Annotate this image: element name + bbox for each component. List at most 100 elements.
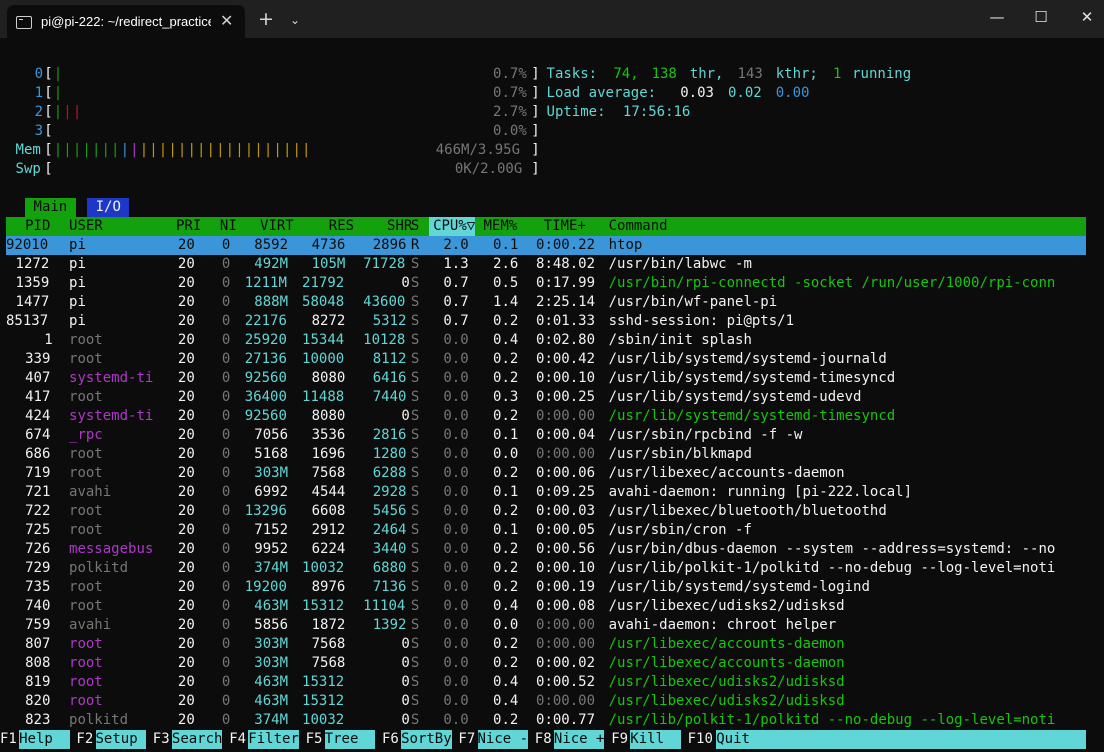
fkey-f6[interactable]: F6 bbox=[382, 730, 399, 749]
process-shr: 3440 bbox=[372, 541, 407, 557]
process-mem: 0.1 bbox=[493, 522, 519, 538]
maximize-button[interactable]: ☐ bbox=[1031, 8, 1051, 26]
process-row[interactable]: 674 _rpc 20 0 7056 3536 2816 S 0.0 0.1 0:00.04/usr… bbox=[0, 426, 1104, 445]
process-priority: 20 bbox=[177, 332, 195, 348]
column-shr: SHR bbox=[387, 218, 413, 234]
process-row[interactable]: 92010 pi 20 0 8592 4736 2896 R 2.0 0.1 0:00.22 htop bbox=[0, 236, 1104, 255]
process-pid: 725 bbox=[25, 522, 51, 538]
process-time: 0:00.02 bbox=[536, 655, 596, 671]
process-time: 2:25.14 bbox=[536, 294, 596, 310]
process-row[interactable]: 1 root 20 0 25920 15344 10128 S 0.0 0.4 0:02.80/sb… bbox=[0, 331, 1104, 350]
process-res: 7568 bbox=[311, 655, 346, 671]
process-shr: 10128 bbox=[363, 332, 406, 348]
fkey-f9[interactable]: F9 bbox=[611, 730, 628, 749]
process-row[interactable]: 686 root 20 0 5168 1696 1280 S 0.0 0.0 0:00.00/usr… bbox=[0, 445, 1104, 464]
fkey-f7-label[interactable]: Nice - bbox=[477, 730, 529, 749]
tasks-summary: Tasks: 74, 138 thr, 143 kthr; 1 running bbox=[0, 65, 1104, 84]
process-row[interactable]: 808 root 20 0 303M 7568 0 S 0.0 0.2 0:00.02/usr/li… bbox=[0, 654, 1104, 673]
process-row[interactable]: 807 root 20 0 303M 7568 0 S 0.0 0.2 0:00.00/usr/li… bbox=[0, 635, 1104, 654]
process-row[interactable]: 721 avahi 20 0 6992 4544 2928 S 0.0 0.1 0:09.25 ava… bbox=[0, 483, 1104, 502]
fkey-f3-label[interactable]: Search bbox=[171, 730, 223, 749]
process-row[interactable]: 729 polkitd 20 0 374M 10032 6880 S 0.0 0.2 0:00.10… bbox=[0, 559, 1104, 578]
fkey-f5-label[interactable]: Tree bbox=[324, 730, 376, 749]
fkey-f8[interactable]: F8 bbox=[535, 730, 552, 749]
process-mem: 0.1 bbox=[493, 484, 519, 500]
process-virt: 9952 bbox=[254, 541, 289, 557]
mem-meter-bar: | bbox=[273, 142, 282, 158]
process-shr: 5312 bbox=[372, 313, 407, 329]
fkey-f5[interactable]: F5 bbox=[306, 730, 323, 749]
fkey-f8-label[interactable]: Nice + bbox=[553, 730, 605, 749]
process-row[interactable]: 407 systemd-ti 20 0 92560 8080 6416 S 0.0 0.2 0:00… bbox=[0, 369, 1104, 388]
mem-meter-bar: | bbox=[235, 142, 244, 158]
process-row[interactable]: 819 root 20 0 463M 15312 0 S 0.0 0.4 0:00.52/usr/l… bbox=[0, 673, 1104, 692]
process-res: 4736 bbox=[311, 237, 346, 253]
process-shr: 71728 bbox=[363, 256, 406, 272]
fkey-f1-label[interactable]: Help bbox=[19, 730, 70, 749]
column-command: Command bbox=[608, 218, 668, 234]
column-cpu-sorted[interactable]: CPU%▽ bbox=[429, 217, 476, 236]
process-time: 0:00.22 bbox=[536, 237, 596, 253]
fkey-f1[interactable]: F1 bbox=[0, 730, 17, 749]
fkey-f10-label[interactable]: Quit bbox=[716, 730, 1086, 749]
process-nice: 0 bbox=[221, 237, 231, 253]
process-cpu: 0.0 bbox=[443, 560, 469, 576]
process-command: /sbin/init splash bbox=[608, 332, 752, 348]
tab-main[interactable]: Main bbox=[25, 198, 76, 217]
process-priority: 20 bbox=[177, 370, 195, 386]
column-ni: NI bbox=[219, 218, 237, 234]
tab-close-icon[interactable]: ✕ bbox=[220, 11, 233, 30]
process-user: root bbox=[69, 598, 103, 614]
process-row[interactable]: 1359 pi 20 0 1211M 21792 0 S 0.7 0.5 0:17.99/usr/b… bbox=[0, 274, 1104, 293]
tab-io[interactable]: I/O bbox=[87, 198, 130, 217]
fkey-f6-label[interactable]: SortBy bbox=[401, 730, 452, 749]
mem-meter-bar: | bbox=[53, 142, 63, 158]
process-pid: 339 bbox=[25, 351, 51, 367]
fkey-f3[interactable]: F3 bbox=[153, 730, 170, 749]
process-mem: 0.4 bbox=[493, 598, 519, 614]
fkey-f4-label[interactable]: Filter bbox=[248, 730, 299, 749]
tab-dropdown-icon[interactable]: ⌄ bbox=[290, 13, 300, 27]
fkey-f10[interactable]: F10 bbox=[688, 730, 713, 749]
process-row[interactable]: 725 root 20 0 7152 2912 2464 S 0.0 0.1 0:00.05/usr… bbox=[0, 521, 1104, 540]
meter-bracket: ] bbox=[531, 123, 540, 139]
minimize-button[interactable]: — bbox=[987, 8, 1007, 26]
fkey-f4[interactable]: F4 bbox=[229, 730, 246, 749]
terminal-area[interactable]: 0[| 0.7%] 1[| 0.7%] 2[| | | 2.7%] 3[0.0%] Mem[| | |… bbox=[0, 38, 1104, 752]
process-cpu: 0.0 bbox=[443, 636, 469, 652]
process-state: S bbox=[410, 522, 420, 538]
terminal-tab[interactable]: pi@pi-222: ~/redirect_practice ✕ bbox=[7, 5, 245, 38]
process-pid: 808 bbox=[25, 655, 51, 671]
process-command: /usr/bin/labwc -m bbox=[608, 256, 752, 272]
process-row[interactable]: 339 root 20 0 27136 10000 8112 S 0.0 0.2 0:00.42/u… bbox=[0, 350, 1104, 369]
process-row[interactable]: 740 root 20 0 463M 15312 11104 S 0.0 0.4 0:00.08/u… bbox=[0, 597, 1104, 616]
process-row[interactable]: 417 root 20 0 36400 11488 7440 S 0.0 0.3 0:00.25/u… bbox=[0, 388, 1104, 407]
fkey-f7[interactable]: F7 bbox=[458, 730, 475, 749]
process-command: /usr/bin/wf-panel-pi bbox=[608, 294, 778, 310]
load-15min: 0.00 bbox=[775, 85, 810, 101]
close-window-button[interactable]: ✕ bbox=[1077, 8, 1097, 26]
process-row[interactable]: 424 systemd-ti 20 0 92560 8080 0 S 0.0 0.2 0:00.00… bbox=[0, 407, 1104, 426]
process-pid: 407 bbox=[25, 370, 51, 386]
process-row[interactable]: 1272 pi 20 0 492M 105M 71728 S 1.3 2.6 8:48.02/usr… bbox=[0, 255, 1104, 274]
process-res: 15344 bbox=[302, 332, 345, 348]
fkey-f2[interactable]: F2 bbox=[76, 730, 93, 749]
process-row[interactable]: 726 messagebus 20 0 9952 6224 3440 S 0.0 0.2 0:00.… bbox=[0, 540, 1104, 559]
process-row[interactable]: 719 root 20 0 303M 7568 6288 S 0.0 0.2 0:00.06/usr… bbox=[0, 464, 1104, 483]
process-priority: 20 bbox=[177, 446, 195, 462]
process-row[interactable]: 735 root 20 0 19200 8976 7136 S 0.0 0.2 0:00.19/us… bbox=[0, 578, 1104, 597]
process-time: 0:00.06 bbox=[536, 465, 596, 481]
process-time: 0:00.77 bbox=[536, 712, 596, 728]
process-row[interactable]: 820 root 20 0 463M 15312 0 S 0.0 0.4 0:00.00/usr/l… bbox=[0, 692, 1104, 711]
fkey-f2-label[interactable]: Setup bbox=[95, 730, 147, 749]
process-row[interactable]: 85137 pi 20 0 22176 8272 5312 S 0.7 0.2 0:01.33 ssh… bbox=[0, 312, 1104, 331]
process-row[interactable]: 759 avahi 20 0 5856 1872 1392 S 0.0 0.0 0:00.00 ava… bbox=[0, 616, 1104, 635]
process-row[interactable]: 722 root 20 0 13296 6608 5456 S 0.0 0.2 0:00.03/us… bbox=[0, 502, 1104, 521]
meter-bracket: [ bbox=[44, 123, 53, 139]
process-row[interactable]: 1477 pi 20 0 888M 58048 43600 S 0.7 1.4 2:25.14/us… bbox=[0, 293, 1104, 312]
process-state: S bbox=[410, 389, 420, 405]
new-tab-button[interactable]: + bbox=[258, 8, 274, 30]
process-pid: 719 bbox=[25, 465, 51, 481]
fkey-f9-label[interactable]: Kill bbox=[630, 730, 681, 749]
process-row[interactable]: 823 polkitd 20 0 374M 10032 0 S 0.0 0.2 0:00.77/us… bbox=[0, 711, 1104, 730]
